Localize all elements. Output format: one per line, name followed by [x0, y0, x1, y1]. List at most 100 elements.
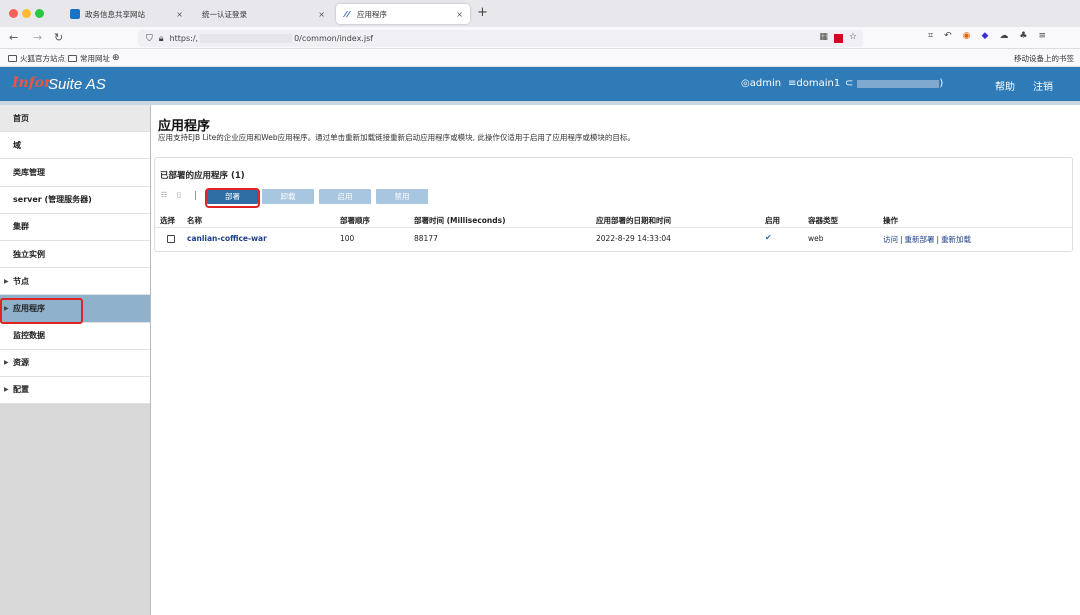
deployed-apps-panel: 已部署的应用程序 (1) ☷ ▯ 部署 卸载 启用 禁用 选择 名称 部署顺序 … [154, 157, 1073, 252]
site-info-icon[interactable]: 🔒︎ [159, 34, 164, 44]
deploy-time: 88177 [414, 234, 438, 243]
expand-arrow-icon[interactable]: ▶ [4, 386, 9, 393]
user-icon: ◎ [741, 78, 750, 89]
sidebar-item-label: 资源 [13, 358, 29, 368]
sidebar-item-9[interactable]: ▶ 资源 [0, 350, 150, 377]
sidebar-item-4[interactable]: 集群 [0, 214, 150, 241]
enable-button[interactable]: 启用 [319, 189, 371, 204]
enabled-check-icon: ✔ [765, 233, 772, 242]
infor-logo: Infor [12, 75, 52, 91]
user-menu[interactable]: ◎admin [741, 78, 781, 89]
browser-tab-gov-share[interactable]: 政务信息共享网站 × [64, 4, 190, 24]
reload-link[interactable]: 重新加载 [941, 235, 971, 244]
sidebar-item-label: 域 [13, 140, 21, 150]
col-deploy-time[interactable]: 部署时间 (Milliseconds) [414, 215, 506, 226]
folder-icon [68, 55, 77, 62]
col-name[interactable]: 名称 [187, 215, 202, 226]
help-link[interactable]: 帮助 [995, 78, 1015, 93]
close-tab-icon[interactable]: × [318, 10, 325, 19]
new-tab-button[interactable]: + [477, 5, 488, 20]
close-tab-icon[interactable]: × [176, 10, 183, 19]
address-field[interactable]: ⛉ 🔒︎ https:/, 0/common/index.jsf ▦ ☆ [138, 30, 863, 47]
reload-icon[interactable]: ↻ [54, 31, 63, 44]
sidebar-item-2[interactable]: 类库管理 [0, 159, 150, 187]
sidebar-item-10[interactable]: ▶ 配置 [0, 377, 150, 405]
sidebar-item-label: 节点 [13, 276, 29, 286]
sidebar-item-label: 独立实例 [13, 249, 45, 259]
page-description: 应用支持EJB Lite的企业应用和Web应用程序。通过单击重新加载链接重新启动… [158, 133, 635, 142]
extension-red-icon[interactable] [833, 34, 843, 43]
browser-tab-applications[interactable]: 应用程序 × [336, 4, 470, 24]
toolbar-icons: ⌗ ↶ ◉ ◆ ☁ ♣ ≡ [928, 31, 1046, 41]
deselect-all-icon[interactable]: ▯ [177, 191, 181, 199]
bookmark-firefox-site[interactable]: 火狐官方站点 [8, 53, 65, 64]
sidebar-item-label: server (管理服务器) [13, 195, 92, 205]
sidebar-item-0[interactable]: 首页 [0, 105, 150, 133]
panel-title: 已部署的应用程序 (1) [160, 171, 245, 181]
sidebar-item-label: 类库管理 [13, 167, 45, 177]
sidebar-item-1[interactable]: 域 [0, 132, 150, 160]
table-toolbar: ☷ ▯ 部署 卸载 启用 禁用 [155, 186, 1072, 208]
col-order[interactable]: 部署顺序 [340, 215, 370, 226]
row-checkbox[interactable] [167, 235, 175, 243]
redeploy-link[interactable]: 重新部署 [905, 235, 935, 244]
col-datetime[interactable]: 应用部署的日期和时间 [596, 215, 671, 226]
col-select: 选择 [160, 216, 175, 225]
back-arrow-icon[interactable]: ← [9, 31, 18, 44]
menu-icon[interactable]: ≡ [1038, 31, 1046, 41]
extension-orange-icon[interactable]: ◉ [963, 31, 971, 41]
forward-arrow-icon[interactable]: → [33, 31, 42, 44]
globe-icon[interactable]: ⊕ [112, 53, 120, 63]
site-favicon-icon [70, 9, 80, 19]
minimize-window-button[interactable] [22, 9, 31, 18]
sidebar-item-label: 配置 [13, 385, 29, 395]
expand-arrow-icon[interactable]: ▶ [4, 359, 9, 366]
extension-cloud-icon[interactable]: ☁ [999, 31, 1008, 41]
sidebar-applications-highlight [0, 298, 83, 324]
expand-arrow-icon[interactable]: ▶ [4, 278, 9, 285]
sidebar-item-8[interactable]: 监控数据 [0, 323, 150, 350]
url-text: https:/, 0/common/index.jsf [169, 34, 374, 43]
bookmark-star-icon[interactable]: ☆ [849, 32, 857, 43]
bookmark-common-sites[interactable]: 常用网址 [68, 53, 110, 64]
tab-title: 统一认证登录 [202, 9, 247, 19]
visit-link[interactable]: 访问 [883, 235, 898, 244]
logout-link[interactable]: 注销 [1033, 78, 1053, 93]
maximize-window-button[interactable] [35, 9, 44, 18]
extension-puzzle-icon[interactable]: ♣ [1019, 31, 1027, 41]
domain-menu[interactable]: ≡domain1 [788, 78, 840, 89]
deploy-button-highlight [205, 188, 260, 208]
row-actions: 访问 | 重新部署 | 重新加载 [883, 235, 972, 244]
bookmark-mobile[interactable]: 移动设备上的书签 [1014, 53, 1074, 64]
undo-icon[interactable]: ↶ [944, 31, 952, 41]
crop-icon[interactable]: ⌗ [928, 31, 933, 41]
col-enabled[interactable]: 启用 [765, 215, 780, 226]
main-content: 应用程序 应用支持EJB Lite的企业应用和Web应用程序。通过单击重新加载链… [152, 105, 1080, 615]
sidebar-item-3[interactable]: server (管理服务器) [0, 187, 150, 214]
sidebar-nav: 首页域类库管理 server (管理服务器) 集群 独立实例 ▶ 节点 ▶ 应用程序 监控数据 ▶… [0, 105, 150, 405]
col-container[interactable]: 容器类型 [808, 215, 838, 226]
close-window-button[interactable] [9, 9, 18, 18]
sidebar-item-6[interactable]: ▶ 节点 [0, 268, 150, 296]
bookmarks-bar: 火狐官方站点 常用网址 ⊕ 移动设备上的书签 [0, 49, 1080, 67]
browser-tab-unified-login[interactable]: 统一认证登录 × [196, 4, 332, 24]
close-tab-icon[interactable]: × [456, 10, 463, 19]
tracking-shield-icon[interactable]: ⛉ [146, 34, 153, 44]
server-address: ⊂) [845, 78, 944, 89]
deploy-order: 100 [340, 234, 355, 243]
app-name-link[interactable]: canlian-coffice-war [187, 234, 267, 243]
container-type: web [808, 234, 824, 243]
table-row: canlian-coffice-war 100 88177 2022-8-29 … [155, 229, 1072, 249]
disable-button[interactable]: 禁用 [376, 189, 428, 204]
server-icon: ⊂ [845, 78, 854, 89]
app-favicon-icon [342, 9, 352, 19]
sidebar-item-5[interactable]: 独立实例 [0, 241, 150, 269]
tab-title: 政务信息共享网站 [85, 9, 145, 19]
select-all-icon[interactable]: ☷ [161, 191, 167, 199]
qr-code-icon[interactable]: ▦ [819, 32, 828, 43]
sidebar: 首页域类库管理 server (管理服务器) 集群 独立实例 ▶ 节点 ▶ 应用程序 监控数据 ▶… [0, 105, 151, 615]
extension-diamond-icon[interactable]: ◆ [981, 31, 988, 41]
folder-icon [8, 55, 17, 62]
undeploy-button[interactable]: 卸载 [262, 189, 314, 204]
suite-as-logo: Suite AS [48, 76, 106, 93]
